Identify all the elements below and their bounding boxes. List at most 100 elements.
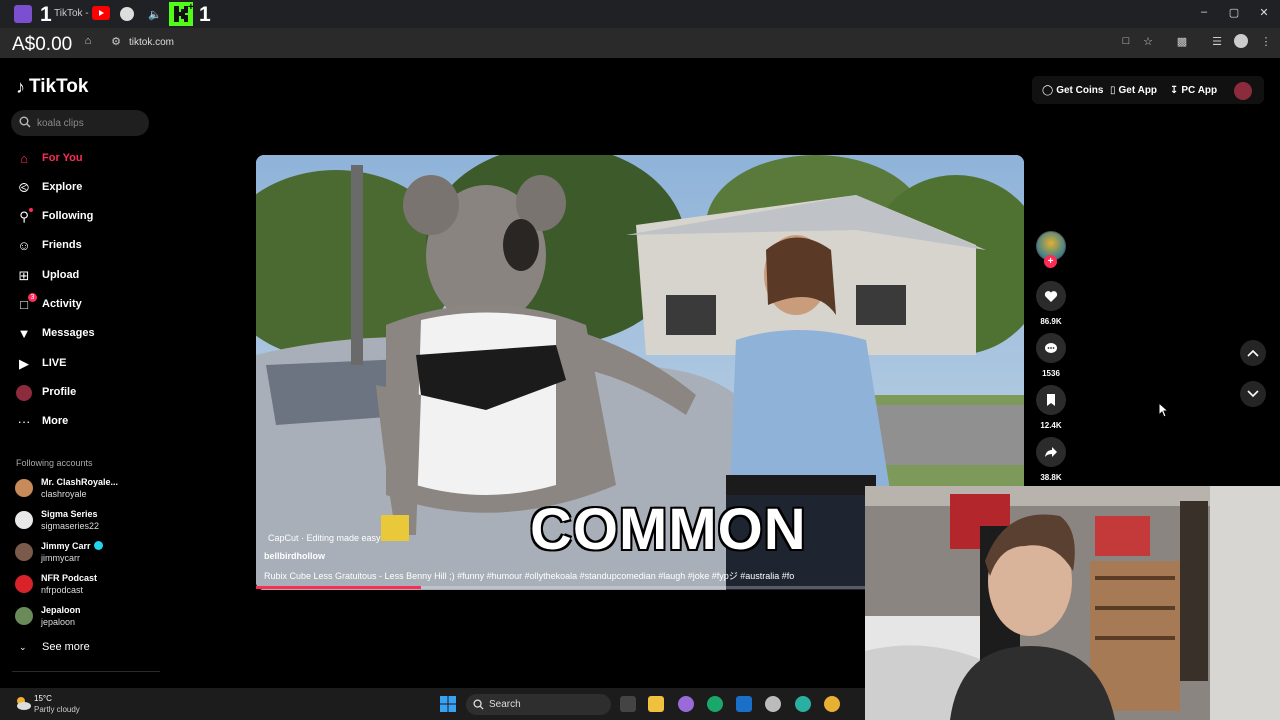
home-browser-icon[interactable]: ⌂ (81, 35, 95, 47)
weather-desc: Partly cloudy (34, 705, 80, 714)
nav-live[interactable]: ▶ LIVE (16, 355, 156, 375)
tab-count-icon[interactable] (120, 7, 134, 21)
sidebar-divider (12, 671, 160, 672)
avatar (15, 511, 33, 529)
following-accounts-title: Following accounts (16, 458, 93, 468)
taskbar-search[interactable] (466, 694, 611, 715)
nav-following[interactable]: ⚲ Following (16, 208, 156, 228)
media-icon[interactable]: ☰ (1210, 35, 1224, 48)
video-progress-bar[interactable] (256, 586, 866, 589)
nav-messages[interactable]: ▼ Messages (16, 325, 156, 345)
task-view-icon[interactable] (620, 696, 636, 712)
save-button[interactable] (1036, 385, 1066, 415)
following-account[interactable]: NFR Podcast nfrpodcast (15, 573, 155, 601)
profile-avatar (16, 385, 32, 401)
nav-friends[interactable]: ☺ Friends (16, 237, 156, 257)
weather-cloud-icon[interactable] (14, 694, 32, 712)
video-caption: COMMON (530, 497, 807, 562)
capcut-label[interactable]: CapCut · Editing made easy (268, 533, 381, 543)
home-icon: ⌂ (20, 151, 28, 166)
phone-icon: ▯ (1110, 84, 1116, 96)
browser-menu-icon[interactable]: ⋮ (1259, 35, 1273, 48)
previous-video-button[interactable] (1240, 340, 1266, 366)
taskbar-search-label: Search (489, 699, 521, 710)
comment-button[interactable] (1036, 333, 1066, 363)
following-dot (29, 208, 33, 212)
tiktok-note-icon: ♪ (16, 76, 25, 97)
see-more-button[interactable]: ⌄ See more (16, 640, 136, 656)
nav-activity[interactable]: □ 3 Activity (16, 293, 156, 316)
webcam-frame (865, 486, 1280, 720)
share-icon (1045, 447, 1057, 457)
taskbar-search-icon (473, 699, 484, 710)
video-author[interactable]: bellbirdhollow (264, 551, 325, 561)
bookmark-star-icon[interactable]: ☆ (1141, 35, 1155, 48)
file-explorer-icon[interactable] (648, 696, 664, 712)
nav-more[interactable]: ··· More (16, 413, 156, 433)
like-button[interactable] (1036, 281, 1066, 311)
outlook-icon[interactable] (736, 696, 752, 712)
overlay-plus: + (188, 2, 194, 13)
browser-profile-icon[interactable] (1234, 34, 1248, 48)
compass-icon: ⧀ (18, 180, 30, 195)
windows-start-icon[interactable] (440, 696, 456, 712)
following-account[interactable]: Sigma Series sigmaseries22 (15, 509, 155, 537)
like-count: 86.9K (1040, 317, 1062, 326)
weather-temp: 15°C (34, 694, 52, 703)
minimize-button[interactable]: – (1195, 6, 1213, 18)
avatar (15, 543, 33, 561)
maximize-button[interactable]: ▢ (1225, 6, 1243, 19)
twitch-tab-icon[interactable] (14, 5, 32, 23)
browser-app-icon[interactable] (795, 696, 811, 712)
balance-overlay: A$0.00 (12, 34, 73, 55)
site-settings-icon[interactable]: ⚙ (109, 35, 123, 48)
close-button[interactable]: ✕ (1255, 6, 1273, 19)
following-account[interactable]: Mr. ClashRoyale... clashroyale (15, 477, 155, 505)
user-avatar[interactable] (1234, 82, 1252, 100)
search-input[interactable] (37, 115, 142, 131)
following-account[interactable]: Jimmy Carr jimmycarr (15, 541, 155, 569)
app-icon[interactable] (765, 696, 781, 712)
get-app-button[interactable]: ▯ Get App (1110, 78, 1157, 102)
following-account[interactable]: Jepaloon jepaloon (15, 605, 155, 633)
extensions-icon[interactable]: ▩ (1175, 35, 1189, 48)
url-field[interactable]: tiktok.com (129, 37, 174, 48)
copilot-icon[interactable] (678, 696, 694, 712)
save-count: 12.4K (1040, 421, 1062, 430)
live-icon: ▶ (19, 356, 29, 371)
follow-plus-icon[interactable]: + (1044, 255, 1057, 268)
share-button[interactable] (1036, 437, 1066, 467)
tiktok-logo[interactable]: ♪ TikTok (16, 76, 88, 98)
verified-badge-icon (93, 541, 103, 550)
nav-for-you[interactable]: ⌂ For You (16, 150, 156, 170)
download-icon: ↧ (1170, 84, 1179, 96)
more-icon: ··· (17, 414, 31, 429)
get-coins-button[interactable]: ◯ Get Coins (1042, 78, 1103, 102)
pc-app-button[interactable]: ↧ PC App (1170, 78, 1217, 102)
nav-profile[interactable]: Profile (16, 384, 156, 404)
browser-toolbar (0, 28, 1280, 58)
avatar (15, 479, 33, 497)
next-video-button[interactable] (1240, 381, 1266, 407)
mute-tab-icon[interactable]: 🔈 (148, 8, 162, 21)
avatar (15, 607, 33, 625)
chrome-icon[interactable] (824, 696, 840, 712)
youtube-tab-icon[interactable] (92, 6, 110, 20)
search-icon (19, 116, 31, 128)
screen: 1 TikTok - Ma 🔈 + 1 – ▢ ✕ A$0.00 ⌂ ⚙ tik… (0, 0, 1280, 720)
video-description[interactable]: Rubix Cube Less Gratuitous - Less Benny … (264, 569, 864, 582)
comment-icon (1045, 342, 1057, 353)
activity-badge: 3 (28, 293, 37, 302)
avatar (15, 575, 33, 593)
install-app-icon[interactable]: □ (1119, 35, 1133, 47)
share-count: 38.8K (1040, 473, 1062, 482)
video-progress-fill (256, 586, 421, 589)
nav-upload[interactable]: ⊞ Upload (16, 267, 156, 287)
send-icon: ▼ (17, 326, 31, 341)
comment-count: 1536 (1042, 369, 1060, 378)
chevron-down-icon: ⌄ (19, 642, 27, 652)
edge-icon[interactable] (707, 696, 723, 712)
nav-explore[interactable]: ⧀ Explore (16, 179, 156, 199)
overlay-digit-2: 1 (199, 3, 211, 26)
overlay-digit-1: 1 (40, 3, 52, 26)
